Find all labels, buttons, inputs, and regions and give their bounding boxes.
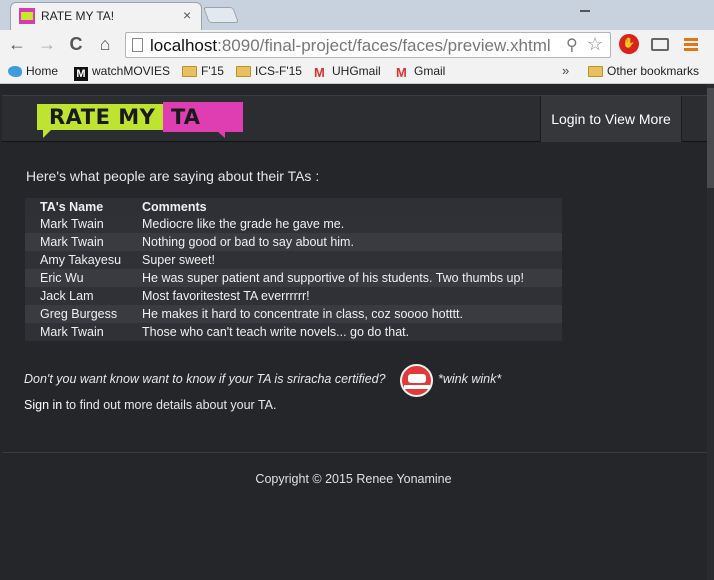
comment-cell: Mediocre like the grade he gave me. (140, 215, 562, 233)
folder-icon (236, 66, 251, 77)
logo-lime-tail (43, 130, 51, 138)
bookmarks-bar: Home MwatchMOVIES F'15 ICS-F'15 M UHGmail… (0, 60, 714, 84)
footer-divider (2, 452, 707, 453)
logo-magenta-tail (217, 131, 225, 138)
table-row: Greg Burgess He makes it hard to concent… (25, 305, 562, 323)
gmail-icon: M (314, 65, 325, 80)
scrollbar-thumb[interactable] (707, 88, 714, 188)
column-header-name: TA's Name (25, 198, 140, 215)
wink-text: *wink wink* (438, 372, 502, 386)
reload-icon[interactable]: C (65, 33, 87, 55)
folder-icon (588, 66, 603, 77)
comment-cell: Most favoritestest TA everrrrrr! (140, 287, 562, 305)
column-header-comments: Comments (140, 198, 562, 215)
m-logo-icon: M (74, 67, 88, 81)
comment-cell: Nothing good or bad to say about him. (140, 233, 562, 251)
comment-cell: He was super patient and supportive of h… (140, 269, 562, 287)
badge-band-shape (404, 385, 430, 389)
login-button[interactable]: Login to View More (540, 96, 682, 142)
url-host: localhost (150, 36, 218, 55)
table-row: Eric Wu He was super patient and support… (25, 269, 562, 287)
ta-name-cell: Amy Takayesu (25, 251, 140, 269)
bookmark-label: Gmail (414, 64, 446, 78)
cast-icon[interactable] (651, 38, 669, 51)
bookmark-star-icon[interactable]: ☆ (587, 34, 603, 55)
sriracha-tease-text: Don't you want know want to know if your… (24, 372, 386, 386)
comment-cell: Super sweet! (140, 251, 562, 269)
ta-name-cell: Mark Twain (25, 323, 140, 341)
bookmark-label: watchMOVIES (92, 64, 171, 78)
close-tab-icon[interactable]: × (183, 7, 191, 23)
bookmark-label: Other bookmarks (607, 64, 700, 78)
ta-name-cell: Jack Lam (25, 287, 140, 305)
twitter-bird-icon (8, 66, 22, 77)
badge-bottle-shape (408, 374, 426, 383)
table-row: Mark Twain Mediocre like the grade he ga… (25, 215, 562, 233)
browser-tab[interactable]: RATE MY TA! × (10, 2, 202, 30)
signin-rest-text: to find out more details about your TA. (62, 398, 277, 412)
bookmark-home[interactable]: Home (8, 64, 58, 78)
browser-tabstrip: RATE MY TA! × (0, 0, 714, 30)
url-path: :8090/final-project/faces/faces/preview.… (217, 36, 551, 55)
bookmark-label: F'15 (201, 64, 224, 78)
signin-link[interactable]: Sign in (24, 398, 62, 412)
bookmark-label: ICS-F'15 (255, 64, 302, 78)
page-icon (132, 38, 143, 52)
bookmark-other-bookmarks[interactable]: Other bookmarks (588, 64, 699, 78)
bookmark-ics-f15[interactable]: ICS-F'15 (236, 64, 302, 78)
bookmark-watchmovies[interactable]: MwatchMOVIES (74, 64, 170, 81)
forward-arrow-icon[interactable]: → (36, 33, 58, 55)
page-heading: Here's what people are saying about thei… (26, 168, 320, 184)
table-row: Mark Twain Those who can't teach write n… (25, 323, 562, 341)
address-url[interactable]: localhost:8090/final-project/faces/faces… (150, 36, 551, 56)
table-row: Jack Lam Most favoritestest TA everrrrrr… (25, 287, 562, 305)
rate-my-ta-logo[interactable]: RATE MY TA (37, 102, 243, 138)
bookmark-f15[interactable]: F'15 (182, 64, 224, 78)
bookmark-label: Home (26, 64, 59, 78)
adblock-stop-icon[interactable]: ✋ (619, 34, 639, 54)
site-navbar: RATE MY TA Login to View More (2, 95, 707, 142)
signin-prompt: Sign in to find out more details about y… (24, 398, 276, 412)
logo-text-ta: TA (171, 105, 200, 129)
bookmark-uhgmail[interactable]: M UHGmail (314, 64, 381, 80)
table-row: Amy Takayesu Super sweet! (25, 251, 562, 269)
browser-toolbar: ← → C ⌂ localhost:8090/final-project/fac… (0, 30, 714, 60)
minimize-window-button[interactable] (570, 0, 600, 16)
ta-comments-table: TA's Name Comments Mark Twain Mediocre l… (25, 198, 562, 341)
gmail-icon: M (396, 65, 407, 80)
home-icon[interactable]: ⌂ (94, 33, 116, 55)
table-row: Mark Twain Nothing good or bad to say ab… (25, 233, 562, 251)
search-icon[interactable]: ⚲ (566, 35, 578, 55)
comment-cell: Those who can't teach write novels... go… (140, 323, 562, 341)
ta-name-cell: Eric Wu (25, 269, 140, 287)
bookmark-label: UHGmail (332, 64, 381, 78)
folder-icon (182, 66, 197, 77)
ta-name-cell: Mark Twain (25, 215, 140, 233)
new-tab-button[interactable] (203, 7, 239, 23)
logo-text-rate-my: RATE MY (49, 105, 156, 129)
ta-name-cell: Mark Twain (25, 233, 140, 251)
site-favicon-icon (19, 8, 35, 24)
ta-name-cell: Greg Burgess (25, 305, 140, 323)
bookmark-gmail[interactable]: M Gmail (396, 64, 446, 80)
bookmarks-overflow-chevron-icon[interactable]: » (562, 63, 569, 78)
table-header-row: TA's Name Comments (25, 198, 562, 215)
tab-title: RATE MY TA! (41, 9, 115, 23)
back-arrow-icon[interactable]: ← (6, 33, 28, 55)
footer-copyright: Copyright © 2015 Renee Yonamine (255, 472, 452, 486)
sriracha-certified-badge-icon (400, 364, 433, 397)
address-bar[interactable]: localhost:8090/final-project/faces/faces… (125, 32, 611, 58)
comment-cell: He makes it hard to concentrate in class… (140, 305, 562, 323)
browser-menu-icon[interactable] (684, 38, 698, 52)
